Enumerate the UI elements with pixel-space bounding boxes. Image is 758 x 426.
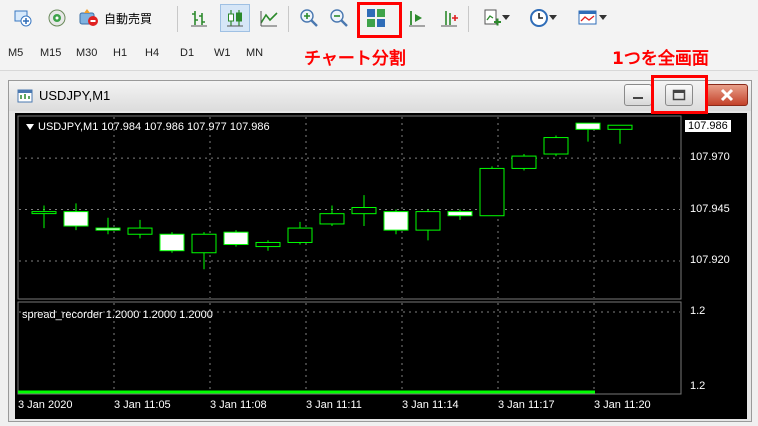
candle-body (319, 213, 345, 225)
candle-body (63, 211, 89, 227)
candle-body (351, 207, 377, 215)
candle-body (127, 227, 153, 235)
timeframe-d1[interactable]: D1 (180, 47, 194, 59)
candle-body (191, 233, 217, 254)
terminal-icon[interactable] (10, 4, 36, 32)
time-label: 3 Jan 2020 (18, 399, 73, 411)
chart-header: USDJPY,M1 107.984 107.986 107.977 107.98… (25, 121, 270, 133)
split-chart-annotation: チャート分割 (304, 49, 406, 69)
indicator-tick: 1.2 (690, 380, 706, 392)
periods-icon (530, 9, 548, 27)
indicators-button[interactable] (476, 4, 516, 32)
candle-body (223, 231, 249, 246)
signals-icon[interactable] (44, 4, 70, 32)
time-label: 3 Jan 11:05 (114, 399, 171, 411)
current-price-tag: 107.986 (685, 120, 731, 132)
chart-window[interactable]: USDJPY,M1 USDJPY,M1 107.984 107.986 107.… (8, 80, 752, 422)
candle-body (95, 227, 121, 231)
triangle-down-icon (26, 124, 34, 130)
price-tick: 107.945 (690, 202, 730, 215)
chart-window-icon (17, 89, 33, 103)
toolbar-separator (177, 6, 178, 32)
candle-body (255, 241, 281, 248)
toolbar-separator (468, 6, 469, 32)
maximize-button-highlight (651, 75, 708, 114)
candle-body (479, 167, 505, 217)
grid-lines (19, 117, 680, 393)
timeframe-m15[interactable]: M15 (40, 47, 61, 59)
zoom-out-icon[interactable] (326, 4, 352, 32)
templates-icon (578, 10, 597, 25)
minimize-button[interactable] (624, 84, 652, 106)
timeframe-m5[interactable]: M5 (8, 47, 23, 59)
chart-area[interactable]: USDJPY,M1 107.984 107.986 107.977 107.98… (15, 113, 747, 419)
candle-body (447, 211, 473, 217)
templates-button[interactable] (570, 4, 614, 32)
time-label: 3 Jan 11:11 (306, 399, 362, 411)
close-icon (720, 88, 734, 102)
candlestick-icon[interactable] (220, 4, 250, 32)
bar-chart-icon[interactable] (186, 4, 212, 32)
candle-body (511, 155, 537, 169)
tile-button-highlight (357, 2, 402, 38)
timeframe-w1[interactable]: W1 (214, 47, 231, 59)
candle-body (31, 211, 57, 215)
autoscroll-icon[interactable] (436, 4, 462, 32)
candle-body (575, 122, 601, 130)
timeframe-h1[interactable]: H1 (113, 47, 127, 59)
candle-body (415, 211, 441, 231)
auto-trading-label: 自動売買 (104, 11, 153, 26)
chart-shift-icon[interactable] (404, 4, 430, 32)
candles (31, 122, 633, 270)
candle-body (607, 124, 633, 130)
zoom-in-icon[interactable] (296, 4, 322, 32)
chart-ohlc-label: USDJPY,M1 107.984 107.986 107.977 107.98… (38, 121, 270, 133)
main-pane-frame (17, 115, 682, 300)
chart-window-title: USDJPY,M1 (39, 88, 111, 103)
chevron-down-icon (502, 15, 510, 20)
line-chart-icon[interactable] (256, 4, 282, 32)
candlestick-chart[interactable] (15, 113, 747, 419)
timeframe-h4[interactable]: H4 (145, 47, 159, 59)
auto-trading-icon (79, 9, 98, 26)
time-label: 3 Jan 11:08 (210, 399, 267, 411)
minimize-icon (633, 97, 643, 99)
close-button[interactable] (706, 84, 748, 106)
indicator-tick: 1.2 (690, 305, 706, 317)
time-label: 3 Jan 11:20 (594, 399, 651, 411)
indicators-icon (484, 9, 501, 26)
candle-body (287, 227, 313, 243)
candle-body (543, 137, 569, 155)
time-label: 3 Jan 11:17 (498, 399, 555, 411)
candle-body (383, 211, 409, 231)
fullscreen-annotation: 1つを全画面 (612, 49, 709, 69)
periods-button[interactable] (523, 4, 563, 32)
chevron-down-icon (549, 15, 557, 20)
chart-window-titlebar[interactable]: USDJPY,M1 (9, 81, 751, 111)
auto-trading-button[interactable]: 自動売買 (78, 4, 168, 32)
timeframe-mn[interactable]: MN (246, 47, 263, 59)
price-tick: 107.970 (690, 151, 730, 164)
indicator-label: spread_recorder 1.2000 1.2000 1.2000 (22, 309, 213, 321)
time-label: 3 Jan 11:14 (402, 399, 459, 411)
timeframe-m30[interactable]: M30 (76, 47, 97, 59)
price-tick: 107.920 (690, 253, 730, 266)
chevron-down-icon (599, 15, 607, 20)
toolbar-separator (288, 6, 289, 32)
candle-body (159, 233, 185, 252)
